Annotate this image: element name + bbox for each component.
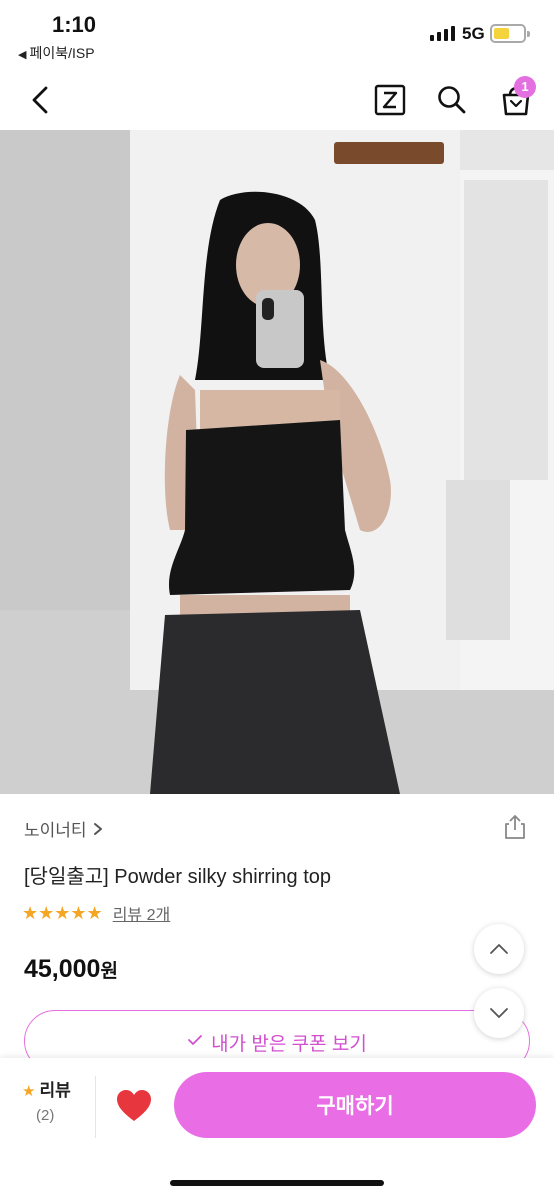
- zigzag-button[interactable]: [372, 82, 408, 118]
- product-name: [당일출고] Powder silky shirring top: [24, 866, 332, 888]
- z-logo-icon: [374, 84, 406, 116]
- network-type: 5G: [462, 24, 485, 43]
- divider: [95, 1076, 96, 1138]
- back-button[interactable]: [24, 82, 60, 118]
- search-icon: [438, 86, 466, 114]
- heart-icon: [117, 1090, 151, 1121]
- rating-row: ★★★★★ 리뷰 2개: [22, 901, 170, 925]
- battery-icon: [490, 24, 530, 43]
- brand-link[interactable]: 노이너티: [24, 816, 103, 841]
- buy-button[interactable]: 구매하기: [174, 1072, 536, 1138]
- back-app-label: 페이북/ISP: [29, 45, 95, 61]
- signal-icon: [430, 25, 455, 41]
- wishlist-button[interactable]: [114, 1088, 154, 1124]
- check-icon: [188, 1035, 203, 1045]
- chevron-up-icon: [490, 944, 508, 954]
- brand-name: 노이너티: [24, 821, 87, 840]
- product-price: 45,000원: [24, 955, 118, 984]
- status-bar: 1:10 ◀ 페이북/ISP 5G: [0, 0, 554, 70]
- chevron-right-icon: [93, 822, 102, 835]
- status-time: 1:10: [52, 12, 97, 37]
- price-value: 45,000: [24, 955, 101, 983]
- review-summary-label: 리뷰: [39, 1081, 71, 1100]
- price-currency: 원: [100, 961, 118, 982]
- chevron-left-icon: [32, 86, 48, 114]
- product-image[interactable]: [0, 130, 554, 794]
- cart-count-badge: 1: [514, 76, 536, 98]
- share-icon: [505, 815, 525, 839]
- review-link[interactable]: 리뷰 2개: [113, 901, 171, 925]
- back-triangle-icon: ◀: [18, 49, 27, 61]
- star-icon: ★: [22, 1083, 36, 1100]
- scroll-down-button[interactable]: [474, 988, 524, 1038]
- search-button[interactable]: [434, 82, 470, 118]
- coupon-label: 내가 받은 쿠폰 보기: [211, 1034, 367, 1055]
- review-summary-count: (2): [36, 1107, 55, 1124]
- review-summary[interactable]: ★ 리뷰 (2): [22, 1076, 71, 1124]
- star-rating-icon: ★★★★★: [22, 902, 103, 923]
- back-to-app-link[interactable]: ◀ 페이북/ISP: [18, 43, 95, 63]
- share-button[interactable]: [500, 812, 530, 842]
- bottom-purchase-bar: ★ 리뷰 (2) 구매하기: [0, 1058, 554, 1200]
- chevron-down-icon: [490, 1008, 508, 1018]
- scroll-up-button[interactable]: [474, 924, 524, 974]
- nav-bar: [0, 70, 554, 130]
- product-photo: [0, 130, 554, 794]
- home-indicator: [170, 1180, 384, 1186]
